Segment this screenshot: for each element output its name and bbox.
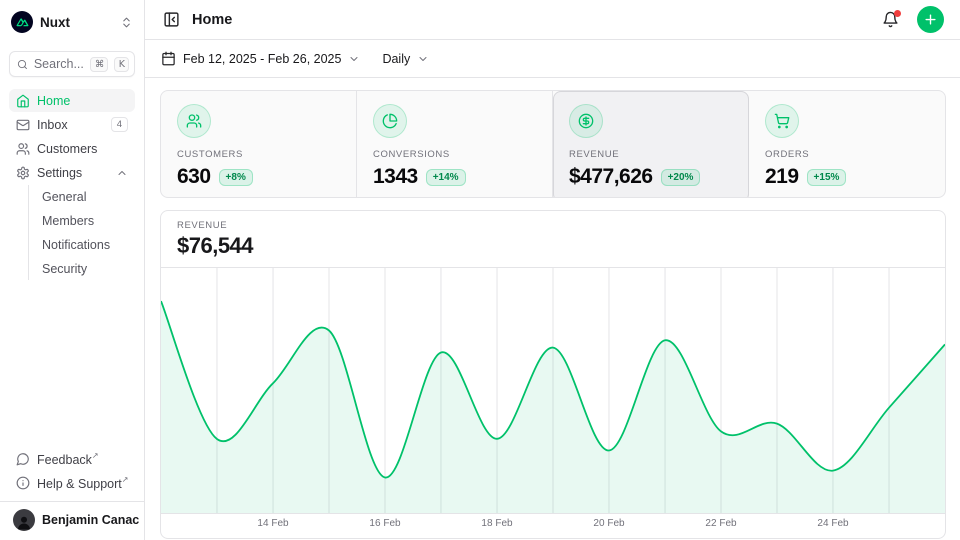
stat-delta-badge: +20%: [661, 169, 701, 186]
sidebar-item-general[interactable]: General: [38, 185, 135, 208]
search-placeholder: Search...: [34, 57, 84, 71]
revenue-area-chart[interactable]: [161, 268, 945, 513]
chart-title: REVENUE: [177, 220, 929, 231]
feedback-link[interactable]: Feedback↗: [9, 447, 135, 470]
kbd-meta: ⌘: [90, 57, 108, 72]
workspace-selector[interactable]: Nuxt: [9, 8, 135, 36]
stat-delta-badge: +15%: [807, 169, 847, 186]
add-button[interactable]: [917, 6, 944, 33]
chart-pie-icon: [373, 104, 407, 138]
panel-left-close-icon: [163, 11, 180, 28]
stat-delta-badge: +8%: [219, 169, 253, 186]
sidebar-item-inbox[interactable]: Inbox 4: [9, 113, 135, 136]
stat-delta-badge: +14%: [426, 169, 466, 186]
granularity-value: Daily: [382, 52, 410, 66]
granularity-select[interactable]: Daily: [382, 52, 429, 66]
home-icon: [16, 94, 30, 108]
sidebar-item-label: Members: [42, 214, 131, 228]
external-link-icon: ↗: [122, 475, 129, 484]
chevron-up-icon: [116, 167, 128, 179]
sidebar-item-notifications[interactable]: Notifications: [38, 233, 135, 256]
stat-value: 630: [177, 165, 211, 189]
stat-card-customers[interactable]: CUSTOMERS 630 +8%: [161, 91, 357, 198]
sidebar-item-label: Home: [37, 94, 128, 108]
sidebar-item-customers[interactable]: Customers: [9, 137, 135, 160]
app-window: Nuxt Search... ⌘ K Home Inbox 4 Customer…: [0, 0, 960, 540]
inbox-count-badge: 4: [111, 117, 128, 132]
stat-card-conversions[interactable]: CONVERSIONS 1343 +14%: [357, 91, 553, 198]
notification-dot: [894, 10, 901, 17]
chevron-down-icon: [348, 53, 360, 65]
sidebar-item-label: Settings: [37, 166, 109, 180]
avatar: [13, 509, 35, 531]
sidebar-nav: Home Inbox 4 Customers Settings General …: [9, 89, 135, 281]
users-icon: [177, 104, 211, 138]
search-icon: [17, 58, 28, 71]
chart-header: REVENUE $76,544: [161, 211, 945, 268]
stat-label: CONVERSIONS: [373, 149, 536, 160]
page-header: Home: [145, 0, 960, 40]
stat-value: 1343: [373, 165, 418, 189]
chart-canvas: [161, 268, 945, 513]
dashboard-content: CUSTOMERS 630 +8% CONVERSIONS 1343 +14%: [145, 78, 960, 539]
message-circle-icon: [16, 452, 30, 466]
search-input[interactable]: Search... ⌘ K: [9, 51, 135, 77]
info-icon: [16, 476, 30, 490]
sidebar-item-members[interactable]: Members: [38, 209, 135, 232]
sidebar-item-home[interactable]: Home: [9, 89, 135, 112]
kbd-k: K: [114, 57, 129, 72]
plus-icon: [923, 12, 938, 27]
nuxt-logo-icon: [11, 11, 33, 33]
sidebar-item-settings[interactable]: Settings: [9, 161, 135, 184]
stat-value: 219: [765, 165, 799, 189]
x-axis: 14 Feb 16 Feb 18 Feb 20 Feb 22 Feb 24 Feb: [161, 513, 945, 534]
stat-card-revenue[interactable]: REVENUE $477,626 +20%: [553, 91, 749, 198]
stat-card-orders[interactable]: ORDERS 219 +15%: [749, 91, 945, 198]
x-axis-tick: 24 Feb: [817, 518, 848, 529]
circle-dollar-icon: [569, 104, 603, 138]
help-support-label: Help & Support↗: [37, 475, 128, 491]
stat-label: REVENUE: [569, 149, 732, 160]
sidebar-item-label: Customers: [37, 142, 128, 156]
users-icon: [16, 142, 30, 156]
calendar-icon: [161, 51, 176, 66]
x-axis-tick: 14 Feb: [257, 518, 288, 529]
shopping-cart-icon: [765, 104, 799, 138]
chevrons-up-down-icon: [120, 16, 133, 29]
x-axis-tick: 18 Feb: [481, 518, 512, 529]
chart-current-value: $76,544: [177, 233, 929, 259]
stat-label: ORDERS: [765, 149, 929, 160]
filter-toolbar: Feb 12, 2025 - Feb 26, 2025 Daily: [145, 40, 960, 78]
x-axis-tick: 16 Feb: [369, 518, 400, 529]
stat-value: $477,626: [569, 165, 653, 189]
x-axis-tick: 22 Feb: [705, 518, 736, 529]
stats-row: CUSTOMERS 630 +8% CONVERSIONS 1343 +14%: [160, 90, 946, 198]
user-name: Benjamin Canac: [42, 513, 139, 527]
feedback-label: Feedback↗: [37, 451, 128, 467]
sidebar-item-label: Inbox: [37, 118, 104, 132]
stat-label: CUSTOMERS: [177, 149, 340, 160]
inbox-icon: [16, 118, 30, 132]
sidebar-footer: Feedback↗ Help & Support↗: [9, 447, 135, 495]
sidebar: Nuxt Search... ⌘ K Home Inbox 4 Customer…: [0, 0, 145, 540]
help-support-link[interactable]: Help & Support↗: [9, 471, 135, 494]
chevron-down-icon: [417, 53, 429, 65]
workspace-name: Nuxt: [40, 15, 113, 30]
main-panel: Home Feb 12, 2025 - Feb 26, 2025 Daily: [145, 0, 960, 540]
settings-subnav: General Members Notifications Security: [28, 185, 135, 280]
gear-icon: [16, 166, 30, 180]
user-menu[interactable]: Benjamin Canac: [9, 502, 135, 540]
sidebar-item-label: General: [42, 190, 131, 204]
date-range-picker[interactable]: Feb 12, 2025 - Feb 26, 2025: [161, 51, 360, 66]
page-title: Home: [192, 12, 870, 28]
x-axis-tick: 20 Feb: [593, 518, 624, 529]
date-range-value: Feb 12, 2025 - Feb 26, 2025: [183, 52, 341, 66]
revenue-chart-card: REVENUE $76,544 14 Feb 16 Feb 18 Feb 20 Feb…: [160, 210, 946, 539]
collapse-sidebar-button[interactable]: [161, 9, 182, 30]
sidebar-item-label: Security: [42, 262, 131, 276]
sidebar-item-label: Notifications: [42, 238, 131, 252]
external-link-icon: ↗: [92, 451, 99, 460]
notifications-button[interactable]: [880, 9, 901, 30]
sidebar-item-security[interactable]: Security: [38, 257, 135, 280]
